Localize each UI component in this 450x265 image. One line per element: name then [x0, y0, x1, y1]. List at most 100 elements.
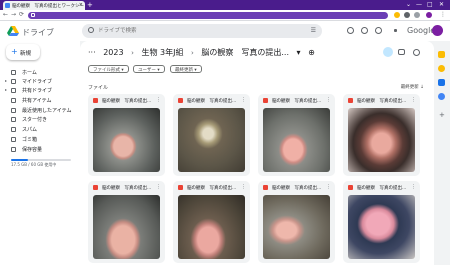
more-actions-icon[interactable]: ⋮	[156, 184, 161, 190]
contacts-icon[interactable]	[438, 93, 445, 100]
maximize-button[interactable]: □	[427, 1, 433, 8]
tab-close-icon[interactable]: ×	[79, 2, 83, 8]
folder-icon	[11, 79, 16, 84]
file-card-header: 脳の観察 写真の提出... ⋮	[88, 94, 165, 108]
browser-tab[interactable]: 脳の観察 写真の提出とワークシー ×	[3, 1, 85, 10]
calendar-icon[interactable]	[438, 51, 445, 58]
breadcrumb-more[interactable]: ···	[88, 48, 96, 57]
file-thumbnail	[178, 108, 245, 172]
file-card[interactable]: 脳の観察 写真の提出... ⋮	[258, 94, 335, 176]
trash-icon	[11, 137, 16, 142]
drive-logo-icon	[7, 26, 19, 36]
sidepanel-icon[interactable]	[414, 12, 420, 18]
shared-drive-icon	[11, 88, 16, 93]
keep-icon[interactable]	[438, 65, 445, 72]
sidebar-item-shared-drives[interactable]: ▸ 共有ドライブ	[0, 87, 80, 95]
tab-search-icon[interactable]: ⌄	[406, 1, 411, 8]
new-button[interactable]: + 新規	[6, 44, 40, 60]
sort-selector[interactable]: 最終更新 ↓	[401, 84, 424, 90]
sidebar-item-recent[interactable]: 最近使用したアイテム	[0, 107, 80, 115]
more-actions-icon[interactable]: ⋮	[241, 184, 246, 190]
search-options-icon[interactable]: ☰	[311, 27, 316, 34]
browser-menu-icon[interactable]: ⋮	[440, 11, 446, 18]
side-panel-rail: +	[434, 41, 450, 265]
sidebar-item-shared-with-me[interactable]: 共有アイテム	[0, 97, 80, 105]
people-icon	[11, 98, 16, 103]
more-actions-icon[interactable]: ⋮	[156, 97, 161, 103]
spam-icon	[11, 127, 16, 132]
grid-view-icon[interactable]	[398, 49, 405, 55]
plus-icon: +	[11, 47, 18, 56]
search-icon[interactable]	[88, 27, 94, 33]
file-thumbnail	[93, 108, 160, 172]
filter-chip-user[interactable]: ユーザー ▾	[133, 65, 165, 73]
sidebar-item-label: ホーム	[22, 70, 37, 76]
search-input[interactable]	[98, 26, 298, 36]
filter-view-icon[interactable]	[383, 47, 393, 57]
sidebar-item-trash[interactable]: ゴミ箱	[0, 136, 80, 144]
more-actions-icon[interactable]: ⋮	[326, 97, 331, 103]
filter-chip-modified[interactable]: 最終更新 ▾	[170, 65, 202, 73]
pdf-file-icon	[348, 185, 353, 190]
sidebar-item-spam[interactable]: スパム	[0, 126, 80, 134]
new-tab-button[interactable]: +	[87, 1, 93, 9]
file-card[interactable]: 脳の観察 写真の提出... ⋮	[173, 94, 250, 176]
share-person-icon[interactable]: ⊕	[308, 48, 315, 57]
file-card-header: 脳の観察 写真の提出... ⋮	[343, 181, 420, 195]
help-icon[interactable]	[361, 27, 368, 34]
expand-caret-icon[interactable]: ▸	[5, 78, 7, 83]
more-actions-icon[interactable]: ⋮	[411, 97, 416, 103]
address-bar[interactable]	[28, 12, 388, 19]
file-name: 脳の観察 写真の提出...	[272, 186, 322, 191]
file-card-header: 脳の観察 写真の提出... ⋮	[258, 181, 335, 195]
breadcrumb-separator-icon: ›	[191, 49, 194, 57]
star-icon	[11, 117, 16, 122]
apps-grid-icon[interactable]	[392, 27, 399, 34]
breadcrumb-item[interactable]: 生物 3年J組	[141, 48, 183, 57]
extension-icon[interactable]	[394, 12, 400, 18]
minimize-button[interactable]: —	[416, 1, 422, 8]
file-card[interactable]: 脳の観察 写真の提出... ⋮	[88, 94, 165, 176]
info-icon[interactable]	[413, 49, 420, 56]
profile-avatar-icon[interactable]	[426, 12, 432, 18]
file-card[interactable]: 脳の観察 写真の提出... ⋮	[343, 94, 420, 176]
file-card[interactable]: 脳の観察 写真の提出... ⋮	[173, 181, 250, 263]
back-arrow-icon[interactable]: ←	[3, 11, 8, 18]
extensions-puzzle-icon[interactable]	[404, 12, 410, 18]
file-name: 脳の観察 写真の提出...	[187, 99, 237, 104]
more-actions-icon[interactable]: ⋮	[411, 184, 416, 190]
search-box[interactable]: ☰	[82, 24, 322, 38]
file-card[interactable]: 脳の観察 写真の提出... ⋮	[258, 181, 335, 263]
more-actions-icon[interactable]: ⋮	[241, 97, 246, 103]
file-card-header: 脳の観察 写真の提出... ⋮	[88, 181, 165, 195]
offline-status-icon[interactable]	[347, 27, 354, 34]
expand-caret-icon[interactable]: ▸	[5, 87, 7, 92]
pdf-file-icon	[263, 185, 268, 190]
breadcrumb-current-folder[interactable]: 脳の観察 写真の提出...	[201, 48, 289, 57]
more-actions-icon[interactable]: ⋮	[326, 184, 331, 190]
add-addon-icon[interactable]: +	[439, 111, 445, 119]
cloud-icon	[11, 147, 16, 152]
close-window-button[interactable]: ✕	[439, 1, 444, 8]
folder-dropdown-icon[interactable]: ▾	[297, 48, 301, 57]
settings-gear-icon[interactable]	[375, 27, 382, 34]
forward-arrow-icon[interactable]: →	[11, 11, 16, 18]
sidebar-item-my-drive[interactable]: ▸ マイドライブ	[0, 78, 80, 86]
file-thumbnail	[263, 195, 330, 259]
tasks-icon[interactable]	[438, 79, 445, 86]
file-card[interactable]: 脳の観察 写真の提出... ⋮	[343, 181, 420, 263]
pdf-file-icon	[93, 98, 98, 103]
file-card[interactable]: 脳の観察 写真の提出... ⋮	[88, 181, 165, 263]
sidebar-item-label: ゴミ箱	[22, 137, 38, 143]
breadcrumb-item[interactable]: 2023	[103, 48, 123, 57]
account-avatar[interactable]	[432, 25, 443, 36]
sidebar-item-home[interactable]: ホーム	[0, 69, 80, 77]
file-card-header: 脳の観察 写真の提出... ⋮	[173, 181, 250, 195]
new-button-label: 新規	[20, 51, 32, 57]
reload-icon[interactable]: ⟳	[19, 11, 24, 18]
sidebar-item-storage[interactable]: 保存容量	[0, 146, 80, 154]
lock-icon	[31, 13, 35, 17]
sidebar-item-starred[interactable]: スター付き	[0, 116, 80, 124]
pdf-file-icon	[178, 185, 183, 190]
filter-chip-type[interactable]: ファイル形式 ▾	[88, 65, 129, 73]
